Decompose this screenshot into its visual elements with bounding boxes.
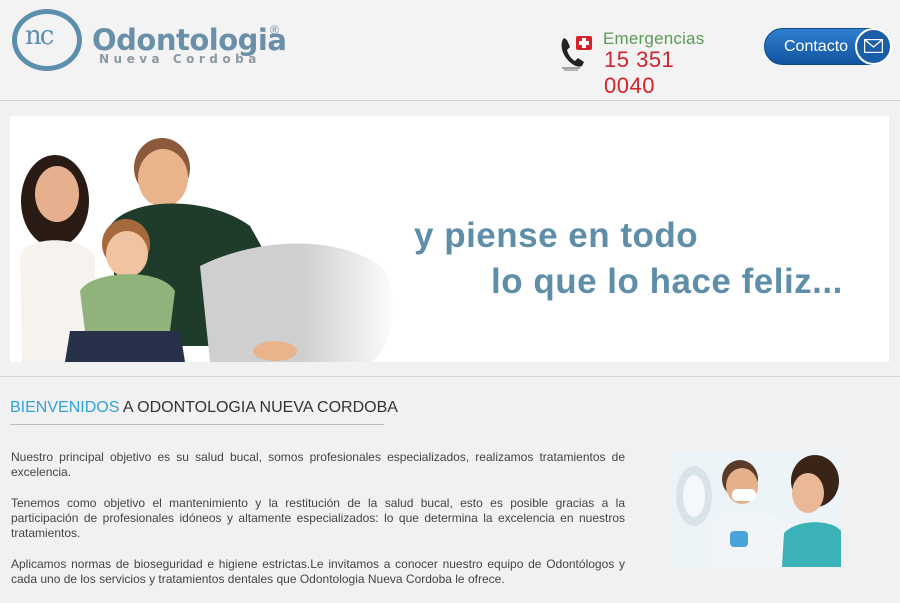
logo-subtitle: Nueva Cordoba	[99, 52, 261, 66]
paragraph: Aplicamos normas de bioseguridad e higie…	[11, 557, 625, 586]
phone-emergency-icon	[561, 36, 592, 71]
emergency-label: Emergencias	[603, 29, 705, 48]
contact-button[interactable]: Contacto	[764, 28, 892, 65]
heading-underline	[10, 424, 384, 425]
welcome-heading-rest: A ODONTOLOGIA NUEVA CORDOBA	[119, 399, 398, 416]
site-header: nc Odontologia ® Nueva Cordoba Emergenci…	[0, 0, 900, 101]
mail-icon	[855, 28, 892, 65]
logo-monogram: nc	[25, 21, 54, 51]
hero-banner: y piense en todo lo que lo hace feliz...	[10, 116, 889, 362]
welcome-text: Nuestro principal objetivo es su salud b…	[11, 450, 625, 603]
family-photo	[10, 116, 400, 362]
paragraph: Tenemos como objetivo el mantenimiento y…	[11, 496, 625, 540]
contact-button-label: Contacto	[784, 38, 849, 55]
emergency-contact: Emergencias 15 351 0040	[558, 28, 728, 98]
dentist-photo	[672, 451, 841, 567]
paragraph: Nuestro principal objetivo es su salud b…	[11, 450, 625, 479]
banner-slogan-line-1: y piense en todo	[414, 216, 699, 255]
emergency-phone-number[interactable]: 15 351 0040	[604, 47, 728, 99]
welcome-heading: BIENVENIDOS A ODONTOLOGIA NUEVA CORDOBA	[10, 399, 398, 417]
site-logo[interactable]: nc Odontologia ® Nueva Cordoba	[12, 9, 302, 71]
banner-slogan-line-2: lo que lo hace feliz...	[491, 262, 843, 301]
welcome-heading-accent: BIENVENIDOS	[10, 399, 120, 416]
section-divider	[0, 376, 900, 377]
logo-registered-mark: ®	[270, 23, 279, 37]
